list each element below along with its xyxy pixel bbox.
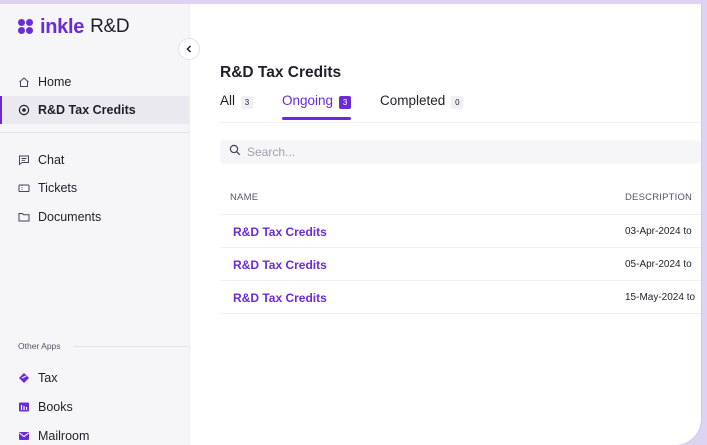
page-title: R&D Tax Credits <box>220 64 342 81</box>
main-content: R&D Tax Credits All 3 Ongoing 3 Complete… <box>191 4 701 445</box>
sidebar-divider <box>0 132 190 133</box>
tab-all[interactable]: All 3 <box>220 90 254 122</box>
table-row[interactable]: R&D Tax Credits 15-May-2024 to <box>220 281 701 314</box>
other-apps-label: Other Apps <box>18 341 61 351</box>
column-header-description: DESCRIPTION <box>625 192 693 203</box>
row-description: 05-Apr-2024 to <box>625 259 692 270</box>
table-row[interactable]: R&D Tax Credits 03-Apr-2024 to <box>220 215 701 248</box>
other-apps-divider <box>72 345 190 347</box>
tab-bar: All 3 Ongoing 3 Completed 0 <box>220 90 701 122</box>
mailroom-icon <box>18 430 30 442</box>
tab-count-badge: 0 <box>451 96 464 109</box>
collapse-sidebar-button[interactable] <box>178 38 200 60</box>
target-icon <box>18 104 30 116</box>
row-name-link[interactable]: R&D Tax Credits <box>233 258 327 272</box>
other-apps-heading: Other Apps <box>18 341 190 351</box>
row-description: 15-May-2024 to <box>625 292 696 303</box>
sidebar-item-label: Documents <box>38 210 102 224</box>
search-icon <box>229 143 241 161</box>
search-bar[interactable] <box>220 140 701 164</box>
home-icon <box>18 76 30 88</box>
table-row[interactable]: R&D Tax Credits 05-Apr-2024 to <box>220 248 701 281</box>
sidebar-item-tax[interactable]: Tax <box>0 364 190 392</box>
folder-icon <box>18 211 30 223</box>
chevron-left-icon <box>185 42 193 56</box>
sidebar: inkle R&D Home R&D Tax Credits Chat Tick… <box>0 4 190 445</box>
tab-ongoing[interactable]: Ongoing 3 <box>282 90 352 122</box>
sidebar-item-label: Mailroom <box>38 429 90 443</box>
brand-name: inkle <box>40 15 85 38</box>
brand-suffix: R&D <box>90 16 130 37</box>
sidebar-item-tickets[interactable]: Tickets <box>0 174 190 202</box>
app-window: inkle R&D Home R&D Tax Credits Chat Tick… <box>0 4 701 445</box>
sidebar-item-label: R&D Tax Credits <box>38 103 136 117</box>
tab-label: Completed <box>380 93 446 108</box>
tab-count-badge: 3 <box>241 96 254 109</box>
tab-label: All <box>220 93 236 108</box>
sidebar-item-label: Tickets <box>38 181 78 195</box>
tab-count-badge: 3 <box>339 96 352 109</box>
sidebar-item-home[interactable]: Home <box>0 68 190 96</box>
sidebar-item-mailroom[interactable]: Mailroom <box>0 422 190 445</box>
sidebar-item-documents[interactable]: Documents <box>0 203 190 231</box>
tab-divider <box>220 122 701 123</box>
sidebar-item-rd-tax-credits[interactable]: R&D Tax Credits <box>0 96 190 124</box>
table-header: NAME DESCRIPTION <box>220 182 701 215</box>
sidebar-item-chat[interactable]: Chat <box>0 146 190 174</box>
ticket-icon <box>18 182 30 194</box>
row-name-link[interactable]: R&D Tax Credits <box>233 291 327 305</box>
sidebar-item-label: Tax <box>38 371 58 385</box>
tax-icon <box>18 372 30 384</box>
chat-icon <box>18 154 30 166</box>
row-description: 03-Apr-2024 to <box>625 226 692 237</box>
inkle-logo-icon <box>18 19 34 35</box>
row-name-link[interactable]: R&D Tax Credits <box>233 225 327 239</box>
tab-completed[interactable]: Completed 0 <box>380 90 464 122</box>
books-icon <box>18 401 30 413</box>
column-header-name: NAME <box>230 192 259 203</box>
sidebar-item-label: Home <box>38 75 72 89</box>
sidebar-item-label: Books <box>38 400 73 414</box>
credits-table: NAME DESCRIPTION R&D Tax Credits 03-Apr-… <box>220 182 701 314</box>
brand-logo[interactable]: inkle R&D <box>18 15 130 39</box>
search-input[interactable] <box>247 145 547 159</box>
sidebar-item-books[interactable]: Books <box>0 393 190 421</box>
sidebar-item-label: Chat <box>38 153 65 167</box>
tab-label: Ongoing <box>282 93 334 108</box>
